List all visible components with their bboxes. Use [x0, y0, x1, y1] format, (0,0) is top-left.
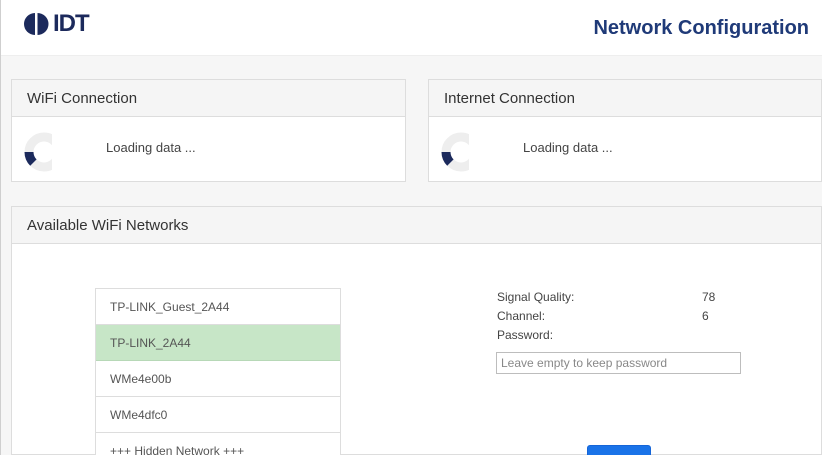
idt-logo: IDT [23, 10, 90, 37]
internet-connection-panel: Internet Connection Loading data ... [428, 79, 822, 182]
internet-loading-text: Loading data ... [523, 140, 613, 155]
network-list-item[interactable]: WMe4dfc0 [96, 397, 340, 433]
page-header: IDT Network Configuration [1, 0, 822, 56]
wifi-connection-title: WiFi Connection [12, 80, 405, 117]
network-list-item[interactable]: WMe4e00b [96, 361, 340, 397]
network-list-item-selected[interactable]: TP-LINK_2A44 [96, 325, 340, 361]
available-networks-title: Available WiFi Networks [12, 207, 821, 244]
signal-quality-value: 78 [702, 290, 716, 304]
wifi-loading-text: Loading data ... [106, 140, 196, 155]
idt-logo-icon [24, 13, 49, 35]
channel-label: Channel: [497, 309, 546, 323]
network-list-item[interactable]: TP-LINK_Guest_2A44 [96, 289, 340, 325]
main-content: WiFi Connection Loading data ... Interne… [1, 56, 822, 455]
loading-spinner-icon [441, 132, 469, 172]
wifi-connection-panel: WiFi Connection Loading data ... [11, 79, 406, 182]
logo-text: IDT [53, 10, 90, 37]
password-input[interactable] [496, 352, 741, 374]
channel-value: 6 [702, 309, 709, 323]
page-title: Network Configuration [593, 17, 809, 39]
loading-spinner-icon [24, 132, 52, 172]
network-list: TP-LINK_Guest_2A44 TP-LINK_2A44 WMe4e00b… [95, 288, 341, 455]
app-frame: IDT Network Configuration WiFi Connectio… [0, 0, 822, 455]
signal-quality-label: Signal Quality: [497, 290, 575, 304]
available-networks-panel: Available WiFi Networks TP-LINK_Guest_2A… [11, 206, 822, 455]
connect-button[interactable]: Connect [587, 445, 651, 455]
password-label: Password: [497, 328, 554, 342]
network-list-item-hidden[interactable]: +++ Hidden Network +++ [96, 433, 340, 455]
internet-connection-title: Internet Connection [429, 80, 821, 117]
